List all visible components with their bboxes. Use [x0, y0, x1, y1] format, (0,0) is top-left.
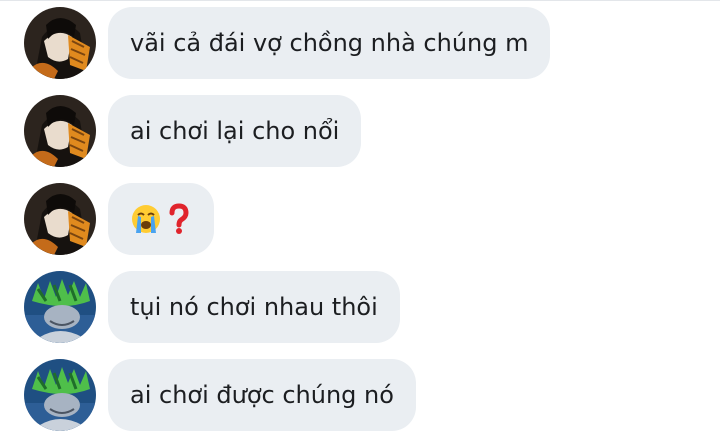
- message-bubble[interactable]: ai chơi được chúng nó: [108, 359, 416, 431]
- message-row: [0, 183, 720, 255]
- avatar-image: [24, 95, 96, 167]
- message-row: ai chơi lại cho nổi: [0, 95, 720, 167]
- avatar-image: [24, 7, 96, 79]
- loudly-crying-face-icon: [132, 205, 160, 233]
- avatar-image: [24, 271, 96, 343]
- avatar-image: [24, 183, 96, 255]
- message-bubble[interactable]: tụi nó chơi nhau thôi: [108, 271, 400, 343]
- chat-thread: vãi cả đái vợ chồng nhà chúng m ai chơi …: [0, 0, 720, 433]
- avatar[interactable]: [24, 95, 96, 167]
- message-text: tụi nó chơi nhau thôi: [130, 293, 378, 321]
- message-bubble[interactable]: ai chơi lại cho nổi: [108, 95, 362, 167]
- message-text: ai chơi được chúng nó: [130, 381, 394, 409]
- avatar-image: [24, 359, 96, 431]
- message-text: vãi cả đái vợ chồng nhà chúng m: [130, 29, 529, 57]
- message-row: vãi cả đái vợ chồng nhà chúng m: [0, 7, 720, 79]
- avatar[interactable]: [24, 7, 96, 79]
- message-row: tụi nó chơi nhau thôi: [0, 271, 720, 343]
- avatar[interactable]: [24, 183, 96, 255]
- avatar[interactable]: [24, 359, 96, 431]
- emoji-group: [130, 203, 192, 235]
- red-question-mark-icon: [169, 203, 189, 234]
- message-row: ai chơi được chúng nó: [0, 359, 720, 431]
- avatar[interactable]: [24, 271, 96, 343]
- message-bubble[interactable]: [108, 183, 214, 255]
- top-divider: [0, 0, 720, 1]
- message-bubble[interactable]: vãi cả đái vợ chồng nhà chúng m: [108, 7, 551, 79]
- message-text: ai chơi lại cho nổi: [130, 117, 340, 145]
